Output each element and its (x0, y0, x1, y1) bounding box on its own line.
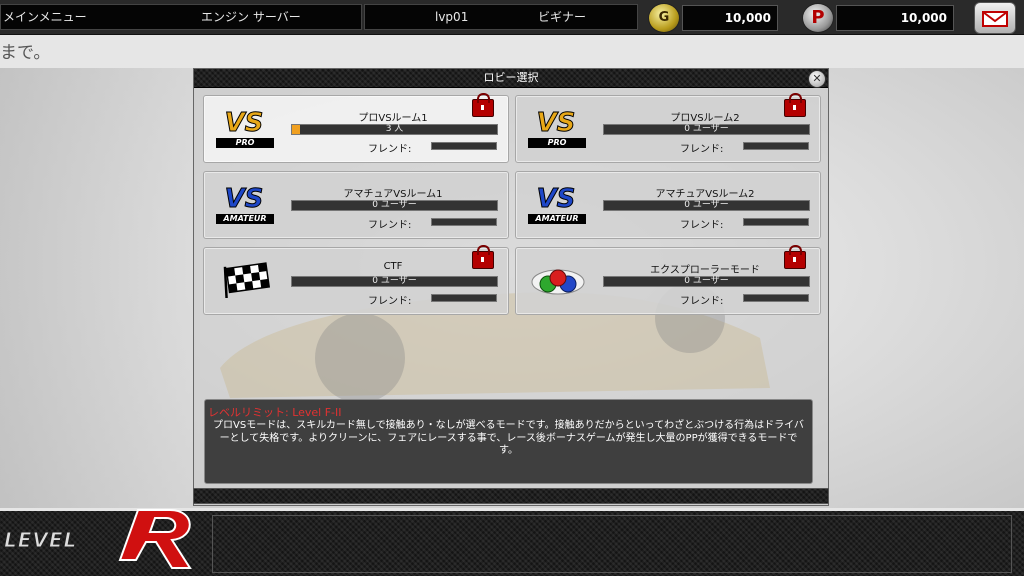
friend-label: フレンド: (680, 144, 724, 155)
friend-bar (743, 294, 809, 302)
dialog-bottom-bar (193, 488, 829, 504)
mode-description-text: プロVSモードは、スキルカード無しで接触あり・なしが選べるモードです。接触ありだ… (213, 420, 804, 456)
user-level-label: lvp01 (435, 10, 469, 24)
main-menu-field[interactable]: メインメニュー エンジン サーバー (0, 4, 362, 30)
news-marquee: まで。 (0, 43, 51, 63)
friend-label: フレンド: (680, 220, 724, 231)
server-label: エンジン サーバー (201, 10, 301, 24)
checkered-flag-logo (214, 260, 276, 304)
friend-bar (431, 218, 497, 226)
gold-coin-icon: G (648, 3, 680, 33)
room-name: エクスプローラーモード (650, 265, 760, 276)
vs-logo-sub: PRO (528, 138, 586, 148)
vs-logo-text: VS (224, 184, 264, 215)
top-bar: メインメニュー エンジン サーバー lvp01 ビギナー G 10,000 P … (0, 0, 1024, 35)
bottom-panel (212, 515, 1012, 573)
room-name: アマチュアVSルーム1 (343, 189, 443, 200)
vs-logo-sub: AMATEUR (528, 214, 586, 224)
room-name: プロVSルーム2 (670, 113, 740, 124)
friend-bar (743, 142, 809, 150)
lock-icon (472, 93, 494, 117)
room-card-amateur-vs-2[interactable]: VS AMATEUR アマチュアVSルーム2 0 ユーザー フレンド: (515, 171, 821, 239)
room-name: アマチュアVSルーム2 (655, 189, 755, 200)
checkered-flag-icon (223, 262, 271, 298)
mail-icon (982, 11, 1008, 27)
close-button[interactable]: ✕ (808, 70, 826, 88)
user-info-field: lvp01 ビギナー (364, 4, 638, 30)
friend-label: フレンド: (680, 296, 724, 307)
room-occupancy-bar: 0 ユーザー (291, 276, 498, 287)
friend-label: フレンド: (368, 144, 412, 155)
friend-label: フレンド: (368, 296, 412, 307)
r-emblem-icon (118, 509, 192, 569)
pp-amount: 10,000 (836, 5, 954, 31)
lock-icon (472, 245, 494, 269)
dialog-title: ロビー選択 (483, 71, 539, 84)
lock-icon (784, 93, 806, 117)
room-card-amateur-vs-1[interactable]: VS AMATEUR アマチュアVSルーム1 0 ユーザー フレンド: (203, 171, 509, 239)
color-orbs-logo (526, 260, 588, 304)
close-icon: ✕ (812, 72, 822, 85)
vs-amateur-logo: VS AMATEUR (526, 184, 588, 228)
room-card-explorer[interactable]: エクスプローラーモード 0 ユーザー フレンド: (515, 245, 821, 315)
color-orbs-icon (531, 269, 585, 295)
friend-bar (431, 294, 497, 302)
room-user-count: 0 ユーザー (684, 200, 729, 210)
room-user-count: 0 ユーザー (372, 200, 417, 210)
pp-coin-icon: P (802, 3, 834, 33)
room-user-count: 3 人 (385, 124, 404, 134)
main-menu-label[interactable]: メインメニュー (3, 5, 87, 29)
room-name: プロVSルーム1 (358, 113, 428, 124)
room-occupancy-bar: 0 ユーザー (603, 200, 810, 211)
level-r-logo: LEVEL (0, 498, 210, 576)
room-name: CTF (383, 261, 403, 272)
room-occupancy-bar: 0 ユーザー (603, 124, 810, 135)
room-card-pro-vs-1[interactable]: VS PRO プロVSルーム1 3 人 フレンド: (203, 93, 509, 163)
lock-icon (784, 245, 806, 269)
dialog-titlebar: ロビー選択 ✕ (194, 69, 828, 88)
vs-pro-logo: VS PRO (214, 108, 276, 152)
friend-bar (431, 142, 497, 150)
room-occupancy-bar: 3 人 (291, 124, 498, 135)
user-rank-label: ビギナー (538, 10, 587, 24)
mail-button[interactable] (974, 2, 1016, 34)
friend-label: フレンド: (368, 220, 412, 231)
room-user-count: 0 ユーザー (684, 276, 729, 286)
room-user-count: 0 ユーザー (372, 276, 417, 286)
friend-bar (743, 218, 809, 226)
room-card-pro-vs-2[interactable]: VS PRO プロVSルーム2 0 ユーザー フレンド: (515, 93, 821, 163)
vs-logo-text: VS (536, 108, 576, 139)
vs-amateur-logo: VS AMATEUR (214, 184, 276, 228)
vs-logo-sub: AMATEUR (216, 214, 274, 224)
vs-logo-text: VS (536, 184, 576, 215)
room-occupancy-bar: 0 ユーザー (603, 276, 810, 287)
room-user-count: 0 ユーザー (684, 124, 729, 134)
vs-logo-sub: PRO (216, 138, 274, 148)
level-limit-text: レベルリミット: Level F-II (208, 406, 342, 419)
room-card-ctf[interactable]: CTF 0 ユーザー フレンド: (203, 245, 509, 315)
mode-description-panel: レベルリミット: Level F-II プロVSモードは、スキルカード無しで接触… (204, 399, 813, 484)
gold-amount: 10,000 (682, 5, 778, 31)
room-occupancy-bar: 0 ユーザー (291, 200, 498, 211)
vs-pro-logo: VS PRO (526, 108, 588, 152)
vs-logo-text: VS (224, 108, 264, 139)
